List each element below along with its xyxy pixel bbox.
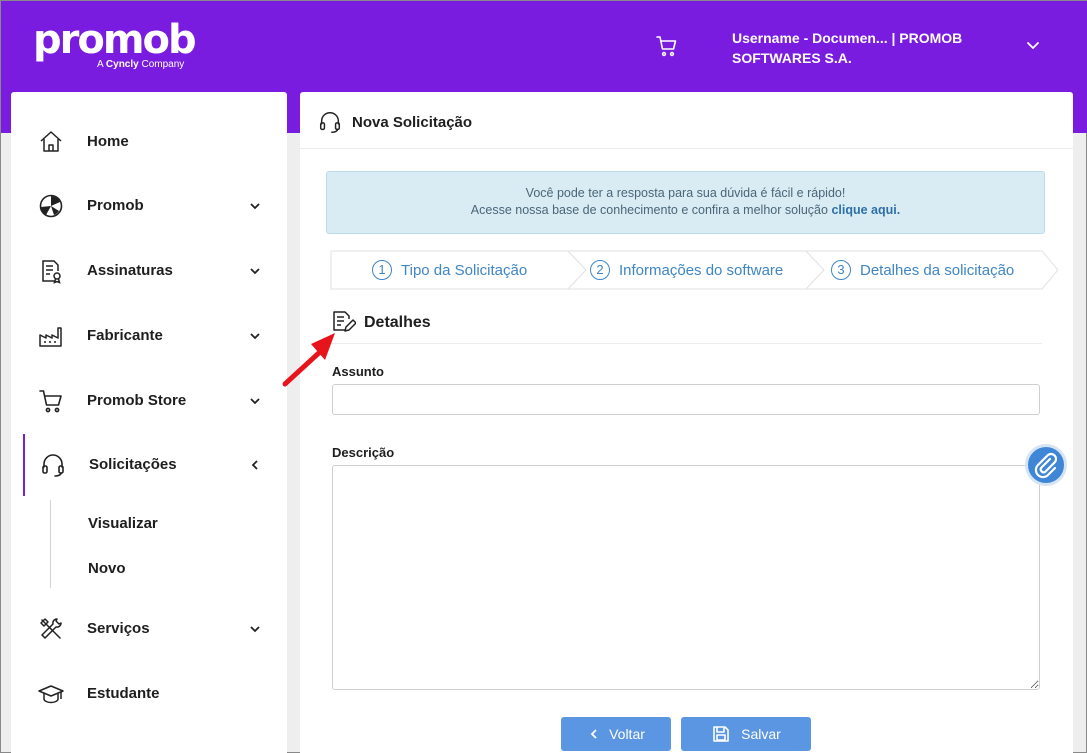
annotation-arrow-icon (282, 333, 335, 387)
graduation-cap-icon (38, 685, 64, 704)
sidebar-item-label: Home (87, 133, 129, 150)
info-alert: Você pode ter a resposta para sua dúvida… (326, 171, 1045, 234)
submenu-line (50, 500, 51, 588)
back-button[interactable]: Voltar (561, 717, 671, 751)
title-divider (300, 148, 1073, 149)
sidebar: Home Promob Assinaturas Fabricante Promo… (11, 92, 287, 753)
sidebar-item-label: Serviços (87, 620, 150, 637)
sidebar-item-label: Estudante (87, 685, 160, 702)
chevron-down-icon[interactable] (1025, 39, 1041, 51)
promob-logo[interactable]: promob A Cyncly Company (33, 17, 197, 70)
section-title: Detalhes (364, 314, 431, 331)
factory-icon (39, 327, 62, 347)
chevron-down-icon (250, 203, 260, 210)
attach-button[interactable] (1025, 444, 1067, 486)
sidebar-item-label: Fabricante (87, 327, 163, 344)
save-button[interactable]: Salvar (681, 717, 811, 751)
chevron-left-icon (590, 729, 597, 739)
sidebar-item-estudante[interactable]: Estudante (11, 663, 287, 725)
document-badge-icon (42, 260, 61, 284)
chevron-down-icon (250, 626, 260, 633)
sidebar-item-label: Solicitações (89, 456, 177, 473)
sidebar-item-home[interactable]: Home (11, 111, 287, 173)
alert-line-1: Você pode ter a resposta para sua dúvida… (525, 186, 846, 200)
sidebar-item-assinaturas[interactable]: Assinaturas (11, 240, 287, 302)
sidebar-item-solicitacoes[interactable]: Solicitações (11, 434, 287, 496)
knowledge-base-link[interactable]: clique aqui. (831, 203, 900, 217)
sidebar-subitem-novo[interactable]: Novo (88, 560, 126, 577)
floppy-disk-icon (713, 726, 729, 742)
page-title: Nova Solicitação (352, 114, 473, 131)
sidebar-item-label: Promob (87, 197, 144, 214)
user-account-name[interactable]: Username - Documen... | PROMOB SOFTWARES… (732, 28, 982, 68)
logo-wordmark: promob (33, 17, 197, 63)
active-indicator (23, 434, 25, 496)
cart-icon (39, 390, 62, 413)
tools-icon (40, 618, 62, 639)
step-informacoes-software[interactable]: 2 Informações do software (590, 250, 783, 290)
chevron-down-icon (250, 268, 260, 275)
headset-icon (319, 112, 341, 133)
alert-line-2: Acesse nossa base de conhecimento e conf… (470, 203, 901, 217)
sidebar-item-fabricante[interactable]: Fabricante (11, 305, 287, 367)
paperclip-icon (1034, 452, 1058, 479)
step-tipo-solicitacao[interactable]: 1 Tipo da Solicitação (372, 250, 527, 290)
cart-icon[interactable] (655, 34, 679, 58)
home-icon (40, 131, 62, 152)
chevron-down-icon (250, 398, 260, 405)
sidebar-item-promob[interactable]: Promob (11, 175, 287, 237)
wizard-steps: 1 Tipo da Solicitação 2 Informações do s… (330, 250, 1058, 290)
subject-input[interactable] (332, 384, 1040, 415)
description-label: Descrição (332, 445, 395, 460)
headset-icon (42, 454, 64, 477)
chevron-left-icon (251, 460, 258, 470)
sidebar-item-label: Assinaturas (87, 262, 173, 279)
step-detalhes-solicitacao[interactable]: 3 Detalhes da solicitação (831, 250, 1014, 290)
description-textarea[interactable] (332, 465, 1040, 690)
logo-tagline: A Cyncly Company (97, 59, 185, 70)
sidebar-item-promob-store[interactable]: Promob Store (11, 370, 287, 432)
promob-icon (39, 194, 63, 218)
chevron-down-icon (250, 333, 260, 340)
sidebar-item-servicos[interactable]: Serviços (11, 598, 287, 660)
sidebar-subitem-visualizar[interactable]: Visualizar (88, 515, 158, 532)
main-content: Nova Solicitação Você pode ter a respost… (300, 92, 1073, 753)
sidebar-item-label: Promob Store (87, 392, 187, 409)
section-divider (330, 343, 1042, 344)
